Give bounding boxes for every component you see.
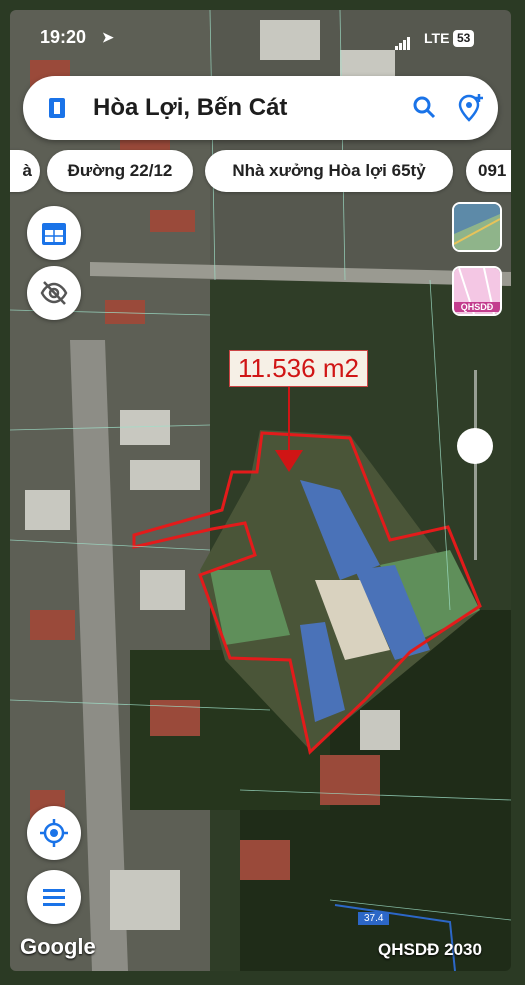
signal-icon <box>395 32 411 50</box>
area-label: 11.536 m2 <box>229 350 368 387</box>
calendar-button[interactable] <box>27 206 81 260</box>
layer-thumb-label: QHSDĐ <box>454 302 500 312</box>
location-arrow-icon: ➤ <box>102 29 114 45</box>
locate-icon <box>40 819 68 847</box>
satellite-thumb-icon <box>454 204 500 250</box>
chip-duong-22-12[interactable]: Đường 22/12 <box>47 150 193 192</box>
chip-3[interactable]: 091 <box>466 150 511 192</box>
network-label: LTE <box>424 30 450 46</box>
chip-nha-xuong[interactable]: Nhà xưởng Hòa lợi 65tỷ <box>205 150 453 192</box>
search-icon[interactable] <box>411 94 437 120</box>
my-location-button[interactable] <box>27 806 81 860</box>
app-logo-icon <box>49 98 65 118</box>
status-time: 19:20 <box>40 27 87 47</box>
opacity-slider-track[interactable] <box>474 370 477 560</box>
add-location-icon[interactable] <box>455 92 485 122</box>
menu-button[interactable] <box>27 870 81 924</box>
basemap-layer-thumb[interactable] <box>452 202 502 252</box>
battery-indicator: 53 <box>453 30 475 47</box>
calendar-icon <box>42 223 66 245</box>
search-title: Hòa Lợi, Bến Cát <box>93 94 288 121</box>
opacity-slider-knob[interactable] <box>457 428 493 464</box>
hamburger-icon <box>43 889 65 906</box>
visibility-toggle-button[interactable] <box>27 266 81 320</box>
status-bar: 19:20 ➤ LTE 53 <box>10 10 511 50</box>
search-bar[interactable]: Hòa Lợi, Bến Cát <box>23 76 498 140</box>
qhsdd-layer-thumb[interactable]: QHSDĐ <box>452 266 502 316</box>
measure-label: 37.4 <box>358 912 390 925</box>
google-attribution: Google <box>20 934 96 959</box>
eye-off-icon <box>40 281 68 305</box>
map-screen: 19:20 ➤ LTE 53 Hòa Lợi, Bến Cát à Đường … <box>10 10 511 971</box>
plan-footer-label: QHSDĐ 2030 <box>378 940 482 959</box>
